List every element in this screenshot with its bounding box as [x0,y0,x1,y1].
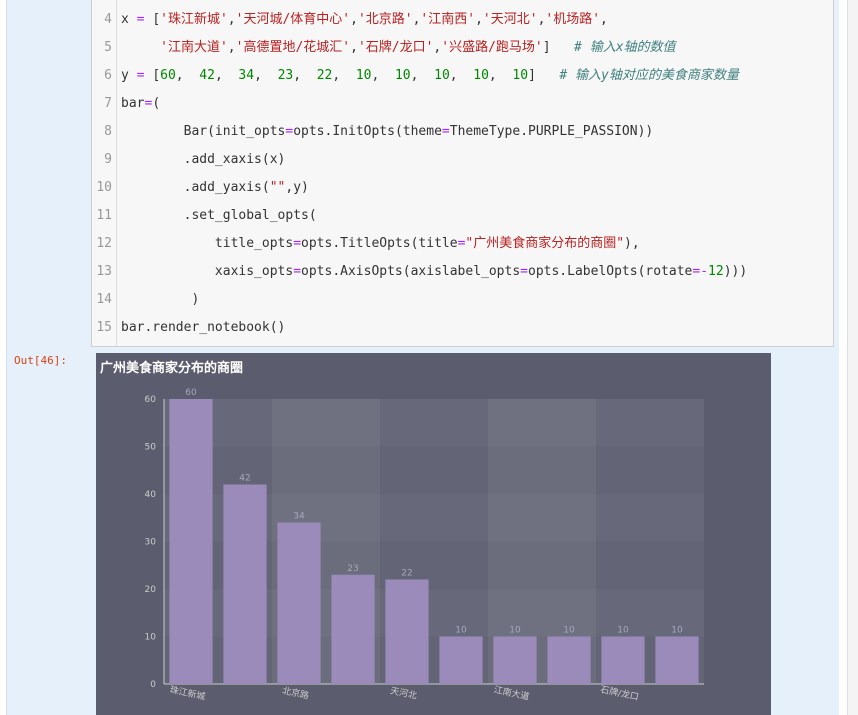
code-line[interactable]: 4 x = ['珠江新城','天河城/体育中心','北京路','江南西','天河北… [92,6,833,34]
chart-svg: 0 10 20 30 40 50 60 60 42 34 23 22 10 10 10 10 10 珠江新城 北京路… [145,388,704,703]
x-tick-label: 珠江新城 [169,683,207,702]
line-number: 7 [104,96,112,111]
code-line[interactable]: 7 bar=( [92,90,833,118]
y-tick-label: 0 [150,680,156,690]
line-number: 13 [96,264,112,279]
y-tick-label: 10 [145,633,157,643]
code-text: .add_yaxis("",y) [121,180,309,195]
y-tick-label: 60 [145,395,157,405]
bar [547,636,591,684]
bar [331,574,375,684]
bar-value-label: 60 [185,388,197,398]
bar-value-label: 10 [617,626,629,636]
bar-value-label: 42 [239,474,250,484]
y-tick-label: 30 [145,538,157,548]
bar-value-label: 34 [293,512,305,522]
output-prompt: Out[46]: [14,354,67,367]
line-number: 14 [96,292,112,307]
code-text: x = ['珠江新城','天河城/体育中心','北京路','江南西','天河北'… [121,12,608,27]
x-tick-label: 北京路 [281,684,310,701]
bar [169,399,213,684]
code-line[interactable]: 15 bar.render_notebook() [92,314,833,342]
bar-value-label: 10 [455,626,467,636]
code-line[interactable]: 8 Bar(init_opts=opts.InitOpts(theme=Them… [92,118,833,146]
code-editor[interactable]: 4 x = ['珠江新城','天河城/体育中心','北京路','江南西','天河北… [91,0,834,347]
bar [601,636,645,684]
line-number: 11 [96,208,112,223]
line-number: 15 [96,320,112,335]
split-band [164,399,704,447]
code-line[interactable]: 10 .add_yaxis("",y) [92,174,833,202]
bar-chart: 广州美食商家分布的商圈 0 10 20 30 40 50 60 60 42 34 23 22 10 10 1… [96,353,771,715]
code-text: bar.render_notebook() [121,320,286,335]
line-number: 4 [104,12,112,27]
code-text: xaxis_opts=opts.AxisOpts(axislabel_opts=… [121,264,748,279]
bar-value-label: 10 [671,626,683,636]
x-tick-label: 江南大道 [493,683,531,702]
y-tick-label: 40 [145,490,157,500]
code-line[interactable]: 14 ) [92,286,833,314]
bar [439,636,483,684]
line-number: 10 [96,180,112,195]
bar [223,484,267,684]
code-line[interactable]: 12 title_opts=opts.TitleOpts(title="广州美食… [92,230,833,258]
bar-value-label: 10 [509,626,521,636]
line-number: 9 [104,152,112,167]
line-number: 12 [96,236,112,251]
code-text: ) [121,292,200,307]
code-line[interactable]: 13 xaxis_opts=opts.AxisOpts(axislabel_op… [92,258,833,286]
x-tick-label: 石牌/龙口 [599,683,640,703]
bar [493,636,537,684]
code-text: '江南大道','高德置地/花城汇','石牌/龙口','兴盛路/跑马场'] # 输… [160,40,676,55]
line-number: 5 [104,40,112,55]
bar-value-label: 10 [563,626,575,636]
code-text: .add_xaxis(x) [121,152,286,167]
y-tick-label: 20 [145,585,157,595]
code-line[interactable]: 9 .add_xaxis(x) [92,146,833,174]
code-text: y = [60, 42, 34, 23, 22, 10, 10, 10, 10,… [121,68,739,83]
code-line[interactable]: 6 y = [60, 42, 34, 23, 22, 10, 10, 10, 10… [92,62,833,90]
code-line[interactable]: 11 .set_global_opts( [92,202,833,230]
code-text: Bar(init_opts=opts.InitOpts(theme=ThemeT… [121,124,654,139]
line-number: 6 [104,68,112,83]
code-text: title_opts=opts.TitleOpts(title="广州美食商家分… [121,236,640,251]
code-text: bar=( [121,96,161,111]
code-line[interactable]: 5 '江南大道','高德置地/花城汇','石牌/龙口','兴盛路/跑马场'] #… [92,34,833,62]
x-tick-label: 天河北 [389,684,418,701]
bar-value-label: 22 [401,569,412,579]
y-tick-label: 50 [145,443,157,453]
code-text: .set_global_opts( [121,208,317,223]
line-number: 8 [104,124,112,139]
bar [277,522,321,684]
bar [655,636,699,684]
bar [385,579,429,684]
scrollbar[interactable] [847,0,858,715]
bar-value-label: 23 [347,564,358,574]
